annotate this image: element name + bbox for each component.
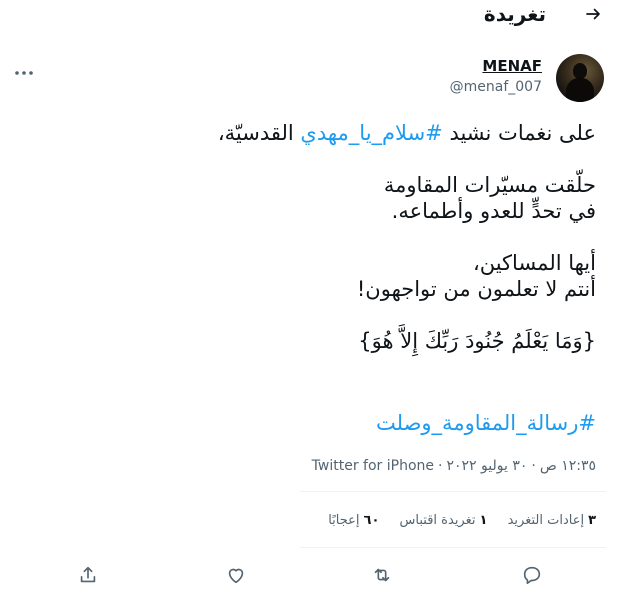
- avatar[interactable]: [556, 54, 604, 102]
- retweets-label: إعادات التغريد: [507, 513, 585, 528]
- likes-label: إعجابًا: [328, 513, 360, 528]
- tweet-text: على نغمات نشيد #سلام_يا_مهدي القدسيّة، ح…: [36, 120, 596, 354]
- avatar-figure-head: [573, 63, 587, 79]
- tweet-time[interactable]: ١٢:٣٥ ص: [540, 458, 596, 474]
- tweet-line-1-post: القدسيّة،: [217, 121, 301, 145]
- meta-separator: ·: [531, 458, 536, 474]
- hashtag-link-salam[interactable]: #سلام_يا_مهدي: [300, 121, 442, 145]
- retweet-icon[interactable]: [371, 564, 393, 586]
- share-icon[interactable]: [77, 564, 99, 586]
- tweet-source[interactable]: Twitter for iPhone: [312, 458, 434, 474]
- likes-stat[interactable]: ٦٠إعجابًا: [328, 513, 379, 528]
- reply-icon[interactable]: [521, 564, 543, 586]
- tweet-meta: ١٢:٣٥ ص·٣٠ يوليو ٢٠٢٢·Twitter for iPhone: [312, 458, 596, 474]
- author-handle[interactable]: @menaf_007: [450, 79, 542, 95]
- tweet-stats: ٣إعادات التغريد ١تغريدة اقتباس ٦٠إعجابًا: [312, 513, 596, 528]
- avatar-figure-body: [566, 78, 594, 102]
- quotes-stat[interactable]: ١تغريدة اقتباس: [400, 513, 488, 528]
- retweets-stat[interactable]: ٣إعادات التغريد: [508, 513, 596, 528]
- tweet-line-3: في تحدٍّ للعدو وأطماعه.: [391, 199, 596, 223]
- divider: [300, 547, 606, 548]
- more-dots-icon[interactable]: [14, 62, 34, 75]
- tweet-line-2: حلّقت مسيّرات المقاومة: [383, 173, 596, 197]
- quotes-label: تغريدة اقتباس: [399, 513, 476, 528]
- page-title: تغريدة: [483, 2, 546, 26]
- top-bar: تغريدة: [0, 0, 620, 30]
- heart-icon[interactable]: [225, 564, 247, 586]
- tweet-date[interactable]: ٣٠ يوليو ٢٠٢٢: [446, 458, 527, 474]
- meta-separator: ·: [438, 458, 443, 474]
- quotes-count: ١: [479, 513, 488, 528]
- tweet-line-1: على نغمات نشيد #سلام_يا_مهدي القدسيّة،: [36, 120, 596, 146]
- tweet-line-1-pre: على نغمات نشيد: [442, 121, 596, 145]
- retweets-count: ٣: [588, 513, 596, 528]
- arrow-left-icon[interactable]: [584, 5, 602, 23]
- tweet-line-quran: {وَمَا يَعْلَمُ جُنُودَ رَبِّكَ إِلاَّ ه…: [358, 329, 596, 353]
- tweet-line-5: أنتم لا تعلمون من تواجهون!: [356, 277, 596, 301]
- author-display-name[interactable]: MENAF: [482, 57, 542, 75]
- tweet-line-4: أيها المساكين،: [472, 251, 596, 275]
- likes-count: ٦٠: [363, 513, 380, 528]
- divider: [300, 491, 606, 492]
- tweet-actions: [0, 560, 620, 590]
- hashtag-link-resala[interactable]: #رسالة_المقاومة_وصلت: [376, 411, 596, 435]
